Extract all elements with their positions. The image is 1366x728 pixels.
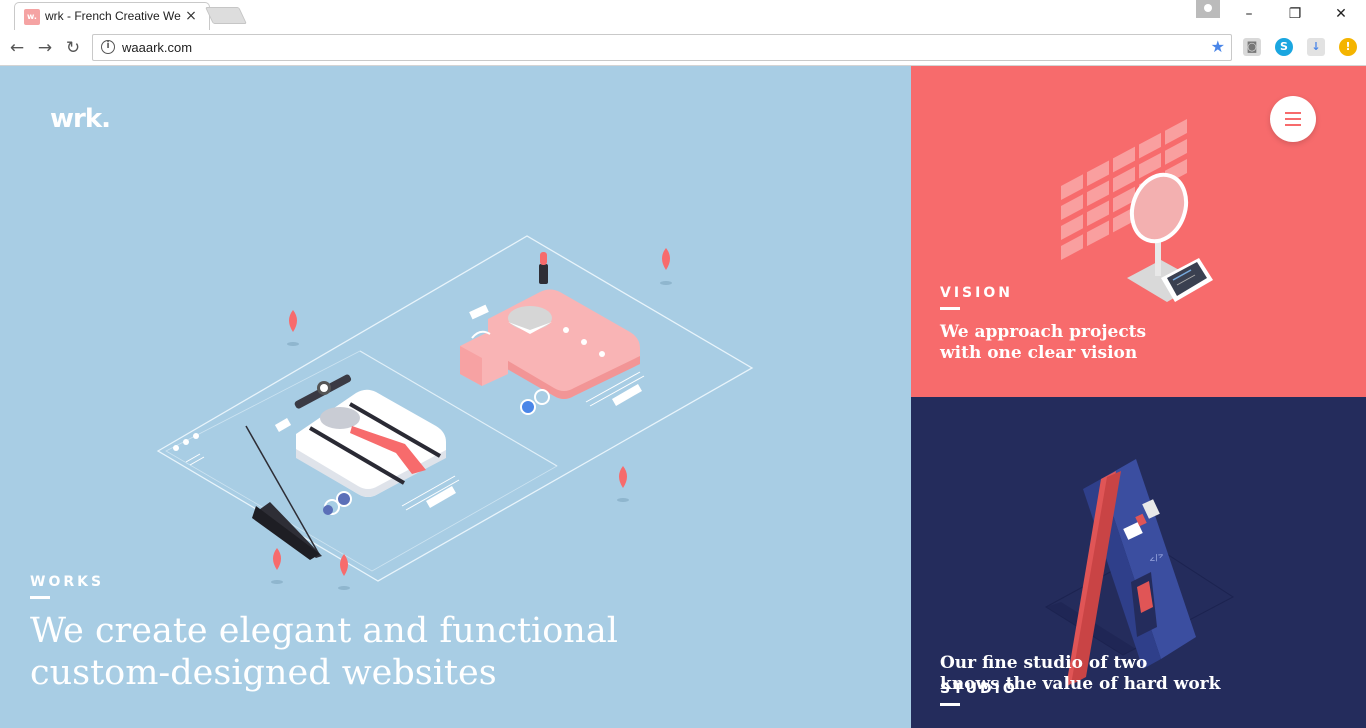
studio-headline-line-2: knows the value of hard work <box>940 674 1221 694</box>
vision-panel[interactable]: VISION We approach projects with one cle… <box>911 66 1366 397</box>
extension-icon[interactable]: ◙ <box>1243 38 1261 56</box>
vision-headline-line-1: We approach projects <box>940 322 1147 342</box>
favicon-icon: w. <box>24 9 40 25</box>
download-icon[interactable]: ↓ <box>1307 38 1325 56</box>
works-headline-line-2: custom-designed websites <box>30 653 497 693</box>
tab-strip: w. wrk - French Creative We × – ❐ ✕ <box>0 0 1366 30</box>
works-headline[interactable]: We create elegant and functional custom-… <box>30 610 618 694</box>
back-arrow-icon[interactable]: ← <box>6 37 28 59</box>
tab-close-icon[interactable]: × <box>183 8 199 24</box>
reload-icon[interactable]: ↻ <box>62 37 84 59</box>
address-bar[interactable]: i waaark.com ★ <box>92 34 1232 61</box>
star-icon[interactable]: ★ <box>1211 37 1225 56</box>
works-panel[interactable]: wrk. WORKS We create elegant and functio… <box>0 66 911 728</box>
browser-tab[interactable]: w. wrk - French Creative We × <box>14 2 210 30</box>
forward-arrow-icon[interactable]: → <box>34 37 56 59</box>
vision-headline[interactable]: We approach projects with one clear visi… <box>940 322 1146 364</box>
logo[interactable]: wrk. <box>50 104 111 134</box>
close-window-button[interactable]: ✕ <box>1326 4 1356 24</box>
minimize-button[interactable]: – <box>1234 4 1264 24</box>
hamburger-menu-icon[interactable] <box>1270 96 1316 142</box>
restore-button[interactable]: ❐ <box>1280 4 1310 24</box>
studio-headline-line-1: Our fine studio of two <box>940 653 1148 673</box>
page: wrk. WORKS We create elegant and functio… <box>0 66 1366 728</box>
url-text[interactable]: waaark.com <box>122 40 192 55</box>
vision-label[interactable]: VISION <box>940 285 1013 301</box>
works-divider <box>30 596 50 599</box>
info-icon[interactable]: i <box>101 40 115 54</box>
new-tab-button[interactable] <box>205 7 247 24</box>
alert-icon[interactable]: ! <box>1339 38 1357 56</box>
profile-icon[interactable] <box>1196 0 1220 18</box>
vision-headline-line-2: with one clear vision <box>940 343 1138 363</box>
studio-headline[interactable]: Our fine studio of two knows the value o… <box>940 653 1220 695</box>
studio-divider <box>940 703 960 706</box>
skype-icon[interactable]: S <box>1275 38 1293 56</box>
browser-toolbar: ← → ↻ i waaark.com ★ ◙ S ↓ ! <box>0 30 1366 66</box>
works-headline-line-1: We create elegant and functional <box>30 611 618 651</box>
works-label[interactable]: WORKS <box>30 574 104 590</box>
tab-title: wrk - French Creative We <box>45 9 181 23</box>
vision-divider <box>940 307 960 310</box>
